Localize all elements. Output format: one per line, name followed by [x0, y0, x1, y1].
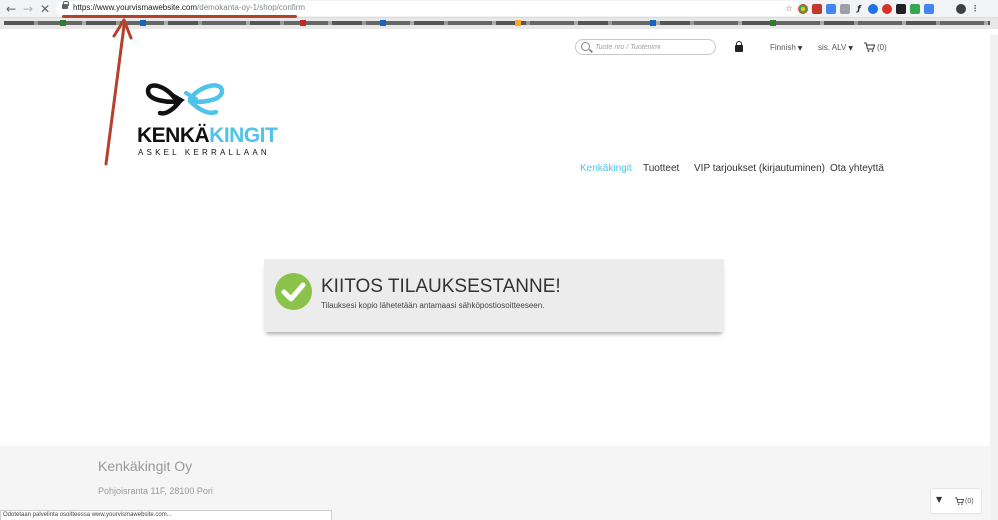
- language-label: Finnish: [770, 43, 796, 52]
- back-arrow-icon[interactable]: ←: [4, 2, 18, 16]
- briefcase-extension-icon[interactable]: [896, 4, 906, 14]
- address-bar-url[interactable]: https://www.yourvismawebsite.com/demokan…: [73, 3, 305, 12]
- url-path: /demokanta-oy-1/shop/confirm: [197, 3, 306, 12]
- url-domain: https://www.yourvismawebsite.com: [73, 3, 198, 12]
- record-extension-icon[interactable]: [882, 4, 892, 14]
- bookmark-icon[interactable]: [650, 20, 656, 26]
- function-extension-icon[interactable]: ƒ: [854, 4, 864, 14]
- logo-word-part1: KENKÄ: [137, 124, 210, 147]
- product-search-box[interactable]: [575, 39, 716, 55]
- checkmark-icon: [275, 273, 312, 310]
- page-scrollbar[interactable]: [990, 35, 998, 520]
- search-icon[interactable]: [581, 42, 590, 51]
- screen-extension-icon[interactable]: [924, 4, 934, 14]
- bookmark-icon[interactable]: [60, 20, 66, 26]
- tax-mode-label: sis. ALV: [818, 43, 847, 52]
- cart-icon[interactable]: [955, 497, 964, 505]
- cart-icon[interactable]: [864, 42, 875, 52]
- profile-avatar-icon[interactable]: [956, 4, 966, 14]
- bookmarks-strip: [4, 21, 990, 25]
- bookmark-star-icon[interactable]: ☆: [784, 4, 794, 14]
- footer-company-name: Kenkäkingit Oy: [98, 458, 193, 474]
- chrome-extension-icon[interactable]: [798, 4, 808, 14]
- search-input[interactable]: [595, 42, 713, 53]
- extension-icons: ☆ ƒ ⋮: [784, 3, 980, 15]
- bookmark-icon[interactable]: [140, 20, 146, 26]
- camera-extension-icon[interactable]: [840, 4, 850, 14]
- pdf-extension-icon[interactable]: [812, 4, 822, 14]
- login-lock-icon[interactable]: [735, 41, 743, 52]
- browser-status-bar: Odotetaan palvelinta osoitteessa www.you…: [0, 510, 332, 520]
- tax-mode-selector[interactable]: sis. ALV ▼: [818, 43, 853, 52]
- window-extension-icon[interactable]: [826, 4, 836, 14]
- chevron-down-icon: ▼: [848, 45, 853, 52]
- bookmarks-bar: [0, 18, 998, 29]
- confirmation-message: Tilauksesi kopio lähetetään antamaasi sä…: [321, 301, 545, 310]
- url-highlight-underline: [62, 15, 297, 18]
- vpn-extension-icon[interactable]: [868, 4, 878, 14]
- nav-item-vip-tarjoukset[interactable]: VIP tarjoukset (kirjautuminen): [694, 163, 825, 174]
- chevron-down-icon: ▼: [797, 45, 803, 52]
- floating-cart-count: (0): [965, 498, 974, 505]
- caret-down-icon[interactable]: ▼: [936, 495, 942, 504]
- nav-item-tuotteet[interactable]: Tuotteet: [643, 163, 679, 174]
- bookmark-icon[interactable]: [515, 20, 521, 26]
- bookmark-icon[interactable]: [770, 20, 776, 26]
- floating-cart-widget[interactable]: ▼ (0): [930, 488, 982, 514]
- forward-arrow-icon[interactable]: →: [21, 2, 35, 16]
- bookmark-icon[interactable]: [300, 20, 306, 26]
- footer-address: Pohjoisranta 11F, 28100 Pori: [98, 486, 213, 496]
- secure-lock-icon: [62, 1, 69, 9]
- language-selector[interactable]: Finnish ▼: [770, 43, 802, 52]
- browser-menu-icon[interactable]: ⋮: [970, 4, 980, 14]
- stop-loading-icon[interactable]: ✕: [38, 2, 52, 16]
- cart-count[interactable]: (0): [877, 43, 887, 52]
- logo-tagline: ASKEL KERRALLAAN: [138, 148, 270, 157]
- confirmation-title: KIITOS TILAUKSESTANNE!: [321, 276, 561, 297]
- nav-item-ota-yhteytta[interactable]: Ota yhteyttä: [830, 163, 884, 174]
- nav-item-kenkakingit[interactable]: Kenkäkingit: [580, 163, 632, 174]
- logo-word-part2: KINGIT: [209, 124, 278, 147]
- logo-wordmark[interactable]: KENKÄKINGIT: [137, 124, 278, 148]
- status-text: Odotetaan palvelinta osoitteessa www.you…: [3, 512, 172, 518]
- bookmark-icon[interactable]: [380, 20, 386, 26]
- flag-extension-icon[interactable]: [910, 4, 920, 14]
